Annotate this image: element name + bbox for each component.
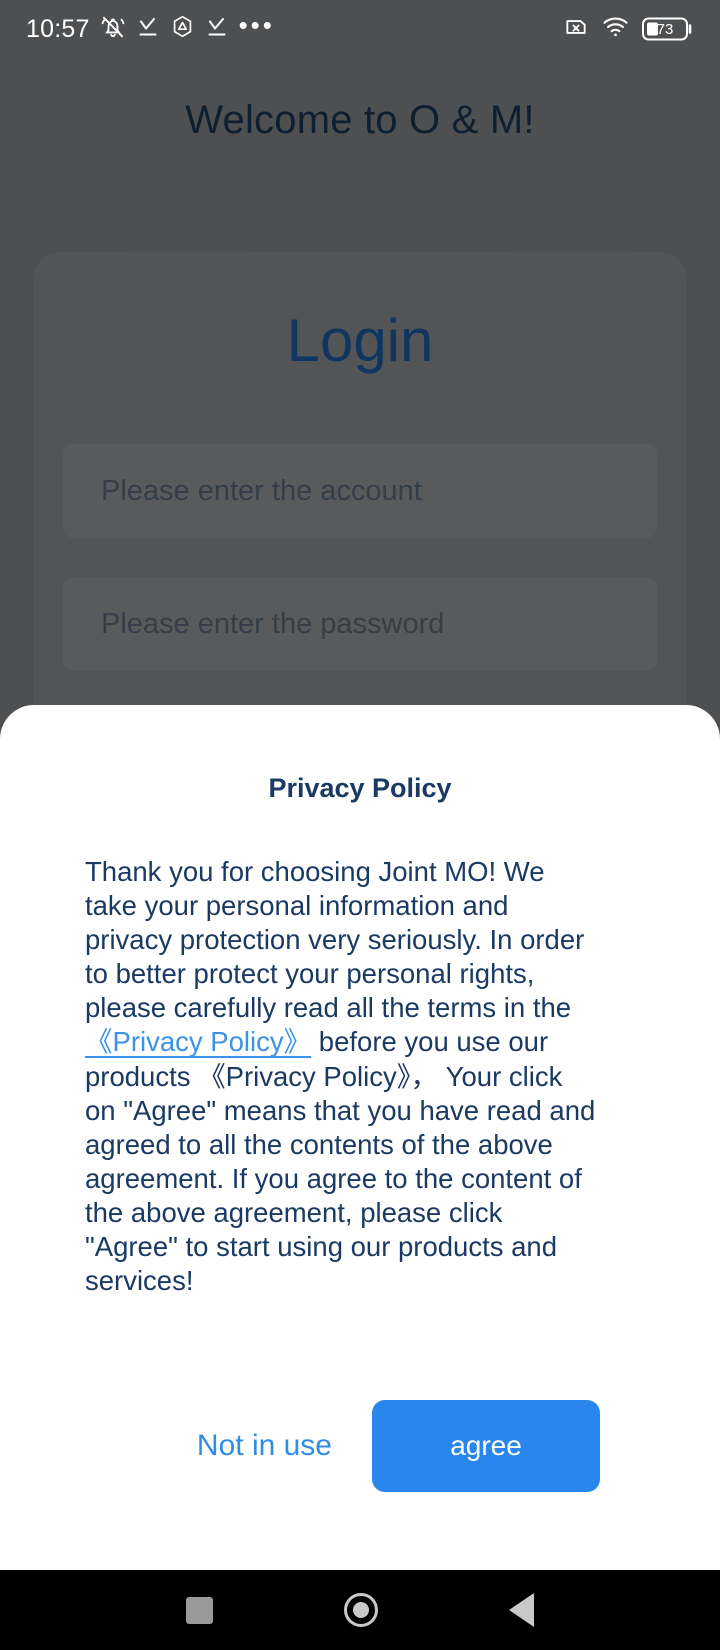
battery-level-label: 73 <box>656 20 674 38</box>
back-icon[interactable] <box>509 1593 535 1627</box>
status-bar: 10:57 ••• 73 <box>0 0 720 58</box>
privacy-policy-dialog: Privacy Policy Thank you for choosing Jo… <box>0 705 720 1570</box>
status-bar-left: 10:57 ••• <box>26 9 275 45</box>
privacy-body-part-1: Thank you for choosing Joint MO! We take… <box>85 856 585 1024</box>
status-clock: 10:57 <box>26 14 90 43</box>
privacy-policy-body: Thank you for choosing Joint MO! We take… <box>85 855 600 1298</box>
wifi-icon <box>602 13 629 45</box>
privacy-dialog-actions: Not in use agree <box>0 1400 720 1492</box>
battery-icon: 73 <box>642 16 694 42</box>
privacy-policy-plain-text: 《Privacy Policy》， <box>198 1060 439 1092</box>
android-navigation-bar <box>0 1570 720 1650</box>
status-bar-right: 73 <box>563 13 694 45</box>
bell-muted-icon <box>100 14 126 45</box>
download-done-icon <box>136 15 160 44</box>
ellipsis-icon: ••• <box>238 9 275 40</box>
home-icon[interactable] <box>343 1593 378 1627</box>
download-done-icon <box>205 15 229 44</box>
triangle-hexagon-icon <box>170 14 195 44</box>
privacy-policy-title: Privacy Policy <box>268 773 452 803</box>
privacy-body-part-3: Your click on "Agree" means that you hav… <box>85 1060 596 1297</box>
sim-card-x-icon <box>563 14 589 45</box>
recents-icon[interactable] <box>185 1596 213 1624</box>
privacy-policy-link[interactable]: 《Privacy Policy》 <box>85 1026 311 1057</box>
agree-button[interactable]: agree <box>372 1400 600 1492</box>
not-in-use-button[interactable]: Not in use <box>197 1429 372 1463</box>
